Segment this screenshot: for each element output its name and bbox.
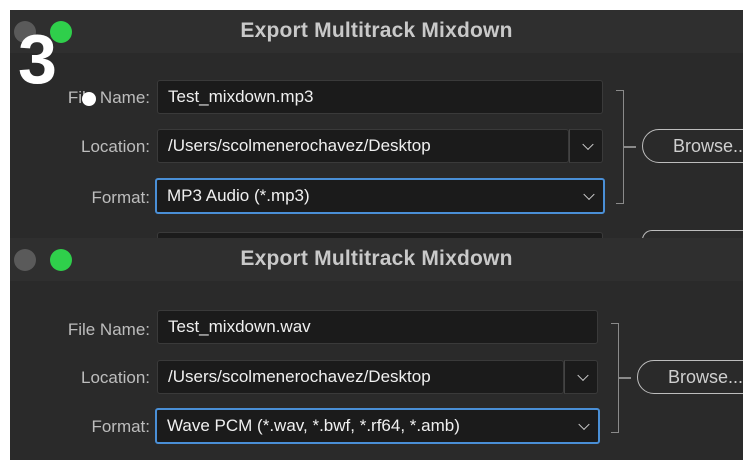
file-name-label: File Name: (67, 320, 150, 339)
location-label: Location: (81, 137, 150, 156)
chevron-down-icon (578, 418, 590, 431)
browse-button[interactable]: Browse... (642, 129, 743, 163)
title-bar: Export Multitrack Mixdown (10, 10, 743, 53)
dialog-title: Export Multitrack Mixdown (240, 247, 513, 270)
format-select[interactable]: MP3 Audio (*.mp3) (155, 178, 605, 214)
location-input[interactable]: /Users/scolmenerochavez/Desktop (157, 360, 564, 394)
title-bar: Export Multitrack Mixdown (10, 238, 743, 281)
format-select-value: MP3 Audio (*.mp3) (167, 186, 310, 205)
format-select[interactable]: Wave PCM (*.wav, *.bwf, *.rf64, *.amb) (155, 408, 600, 444)
format-label: Format: (91, 188, 150, 207)
location-input[interactable]: /Users/scolmenerochavez/Desktop (157, 129, 569, 163)
export-dialog-wav: Export Multitrack Mixdown File Name: Tes… (10, 238, 743, 460)
step-number-dot (82, 92, 96, 106)
chevron-down-icon (577, 369, 589, 382)
location-dropdown-button[interactable] (564, 360, 598, 394)
browse-button[interactable]: Browse... (637, 360, 743, 394)
step-number: 3 (18, 20, 57, 98)
file-name-input[interactable]: Test_mixdown.wav (157, 310, 598, 344)
format-label: Format: (91, 417, 150, 436)
export-dialog-mp3: Export Multitrack Mixdown File Name: Tes… (10, 10, 743, 238)
next-button-partial (642, 230, 743, 238)
group-bracket (616, 90, 624, 204)
bracket-connector (624, 146, 636, 148)
group-bracket (611, 323, 619, 433)
dialog-title: Export Multitrack Mixdown (240, 19, 513, 42)
bracket-connector (619, 377, 631, 379)
chevron-down-icon (582, 138, 594, 151)
location-label: Location: (81, 368, 150, 387)
browse-button-label: Browse... (668, 366, 743, 387)
chevron-down-icon (583, 188, 595, 201)
format-select-value: Wave PCM (*.wav, *.bwf, *.rf64, *.amb) (167, 416, 460, 435)
file-name-input[interactable]: Test_mixdown.mp3 (157, 80, 603, 114)
browse-button-label: Browse... (673, 135, 743, 156)
location-dropdown-button[interactable] (569, 129, 603, 163)
